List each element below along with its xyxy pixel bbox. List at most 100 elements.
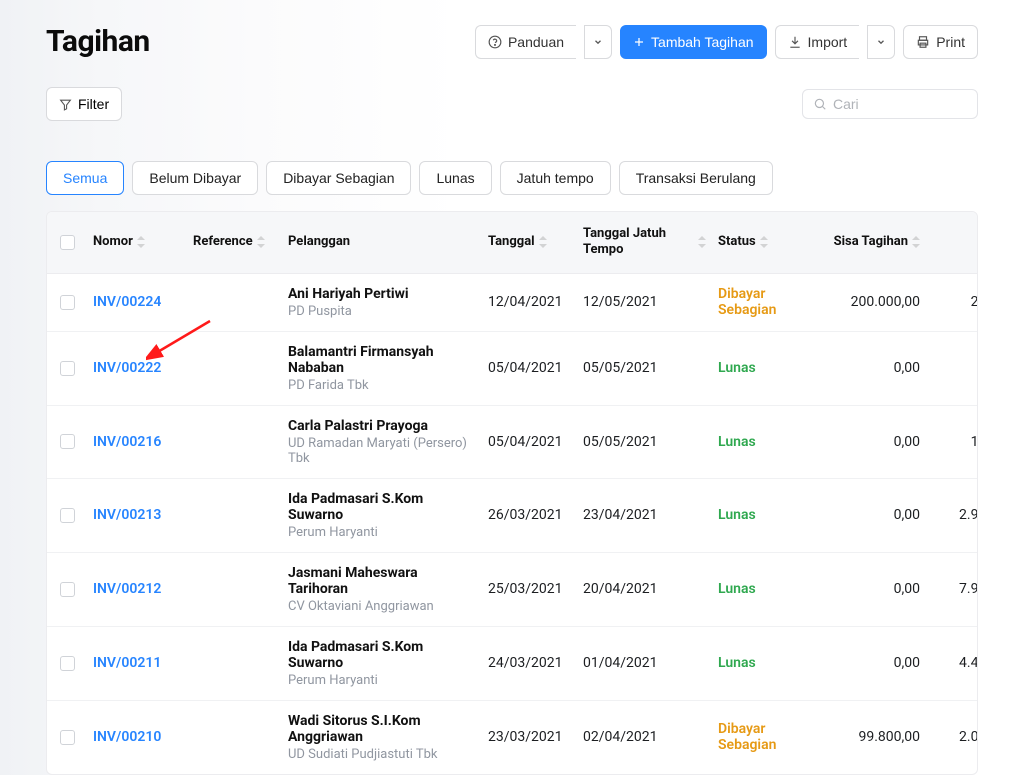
cell-tanggal: 05/04/2021 (482, 360, 577, 376)
tab-transaksi-berulang[interactable]: Transaksi Berulang (619, 161, 773, 195)
cell-total: 7.984.000,00 (932, 581, 978, 597)
cell-total: 2.994.000,00 (932, 507, 978, 523)
sort-icon (539, 236, 547, 248)
panduan-button[interactable]: Panduan (475, 25, 576, 59)
invoice-number-link[interactable]: INV/00224 (93, 294, 161, 310)
table-row: INV/00210 Wadi Sitorus S.I.Kom Anggriawan… (47, 701, 977, 774)
cell-pelanggan: Balamantri Firmansyah NababanPD Farida T… (282, 344, 482, 393)
row-checkbox[interactable] (60, 582, 75, 597)
cell-status: Lunas (712, 581, 822, 597)
import-dropdown[interactable] (867, 25, 895, 59)
cell-sisa: 0,00 (822, 507, 932, 523)
col-total[interactable]: Total (932, 234, 978, 250)
cell-sisa: 0,00 (822, 434, 932, 450)
cell-pelanggan: Ani Hariyah PertiwiPD Puspita (282, 286, 482, 319)
cell-tanggal: 25/03/2021 (482, 581, 577, 597)
tambah-tagihan-button[interactable]: Tambah Tagihan (620, 25, 766, 59)
cell-jatuh-tempo: 20/04/2021 (577, 581, 712, 597)
select-all-checkbox[interactable] (60, 235, 75, 250)
cell-sisa: 0,00 (822, 360, 932, 376)
row-checkbox[interactable] (60, 656, 75, 671)
invoice-number-link[interactable]: INV/00213 (93, 507, 161, 523)
cell-status: Dibayar Sebagian (712, 286, 822, 318)
table-row: INV/00224Ani Hariyah PertiwiPD Puspita12… (47, 274, 977, 332)
col-pelanggan-label: Pelanggan (288, 234, 350, 250)
panduan-dropdown[interactable] (584, 25, 612, 59)
sort-icon (760, 236, 768, 248)
cell-tanggal: 24/03/2021 (482, 655, 577, 671)
import-label: Import (808, 34, 848, 50)
cell-total: 4.491.000,00 (932, 655, 978, 671)
col-sisa[interactable]: Sisa Tagihan (822, 234, 932, 250)
print-icon (916, 35, 930, 49)
cell-status: Lunas (712, 507, 822, 523)
col-tanggal-label: Tanggal (488, 234, 535, 250)
invoice-table: Nomor Reference Pelanggan Tanggal Tangga… (46, 211, 978, 775)
row-checkbox[interactable] (60, 434, 75, 449)
tab-jatuh-tempo[interactable]: Jatuh tempo (500, 161, 611, 195)
cell-tanggal: 23/03/2021 (482, 729, 577, 745)
invoice-number-link[interactable]: INV/00211 (93, 655, 161, 671)
cell-jatuh-tempo: 12/05/2021 (577, 294, 712, 310)
page-title: Tagihan (46, 24, 150, 59)
cell-pelanggan: Ida Padmasari S.Kom SuwarnoPerum Haryant… (282, 491, 482, 540)
table-row: INV/00211 Ida Padmasari S.Kom SuwarnoPeru… (47, 627, 977, 701)
invoice-number-link[interactable]: INV/00212 (93, 581, 161, 597)
cell-tanggal: 12/04/2021 (482, 294, 577, 310)
tab-lunas[interactable]: Lunas (419, 161, 491, 195)
cell-tanggal: 05/04/2021 (482, 434, 577, 450)
search-input-wrap[interactable] (802, 89, 978, 119)
print-button[interactable]: Print (903, 25, 978, 59)
col-jatuh-tempo[interactable]: Tanggal Jatuh Tempo (577, 226, 712, 259)
col-jatuh-tempo-label: Tanggal Jatuh Tempo (583, 226, 694, 259)
filter-icon (59, 98, 72, 111)
cell-sisa: 99.800,00 (822, 729, 932, 745)
filter-label: Filter (78, 96, 109, 112)
import-button[interactable]: Import (775, 25, 860, 59)
table-row: INV/00213 Ida Padmasari S.Kom SuwarnoPeru… (47, 479, 977, 553)
col-tanggal[interactable]: Tanggal (482, 234, 577, 250)
invoice-number-link[interactable]: INV/00210 (93, 729, 161, 745)
cell-sisa: 0,00 (822, 581, 932, 597)
sort-icon (257, 236, 265, 248)
tambah-label: Tambah Tagihan (651, 34, 753, 50)
search-input[interactable] (833, 96, 967, 112)
table-row: INV/00212 Jasmani Maheswara TarihoranCV O… (47, 553, 977, 627)
table-header: Nomor Reference Pelanggan Tanggal Tangga… (47, 212, 977, 274)
import-icon (788, 35, 802, 49)
row-checkbox[interactable] (60, 730, 75, 745)
col-nomor-label: Nomor (93, 234, 133, 250)
plus-icon (633, 36, 645, 48)
cell-pelanggan: Ida Padmasari S.Kom SuwarnoPerum Haryant… (282, 639, 482, 688)
col-reference[interactable]: Reference (187, 234, 282, 250)
row-checkbox[interactable] (60, 508, 75, 523)
cell-pelanggan: Wadi Sitorus S.I.Kom AnggriawanUD Sudiat… (282, 713, 482, 762)
cell-jatuh-tempo: 05/05/2021 (577, 360, 712, 376)
cell-jatuh-tempo: 05/05/2021 (577, 434, 712, 450)
col-status[interactable]: Status (712, 234, 822, 250)
filter-button[interactable]: Filter (46, 87, 122, 121)
cell-status: Dibayar Sebagian (712, 721, 822, 753)
cell-jatuh-tempo: 23/04/2021 (577, 507, 712, 523)
tab-belum-dibayar[interactable]: Belum Dibayar (132, 161, 258, 195)
row-checkbox[interactable] (60, 361, 75, 376)
cell-status: Lunas (712, 655, 822, 671)
tab-dibayar-sebagian[interactable]: Dibayar Sebagian (266, 161, 411, 195)
col-pelanggan[interactable]: Pelanggan (282, 234, 482, 250)
tab-semua[interactable]: Semua (46, 161, 124, 195)
cell-pelanggan: Jasmani Maheswara TarihoranCV Oktaviani … (282, 565, 482, 614)
row-checkbox[interactable] (60, 295, 75, 310)
invoice-number-link[interactable]: INV/00222 (93, 360, 161, 376)
cell-total: 2.095.800,00 (932, 729, 978, 745)
table-row: INV/00216Carla Palastri PrayogaUD Ramada… (47, 406, 977, 479)
col-nomor[interactable]: Nomor (87, 234, 187, 250)
invoice-number-link[interactable]: INV/00216 (93, 434, 161, 450)
cell-sisa: 0,00 (822, 655, 932, 671)
sort-icon (698, 236, 706, 248)
cell-tanggal: 26/03/2021 (482, 507, 577, 523)
search-icon (813, 97, 827, 111)
help-icon (488, 35, 502, 49)
cell-status: Lunas (712, 434, 822, 450)
cell-total: 50.000,00 (932, 360, 978, 376)
col-reference-label: Reference (193, 234, 253, 250)
